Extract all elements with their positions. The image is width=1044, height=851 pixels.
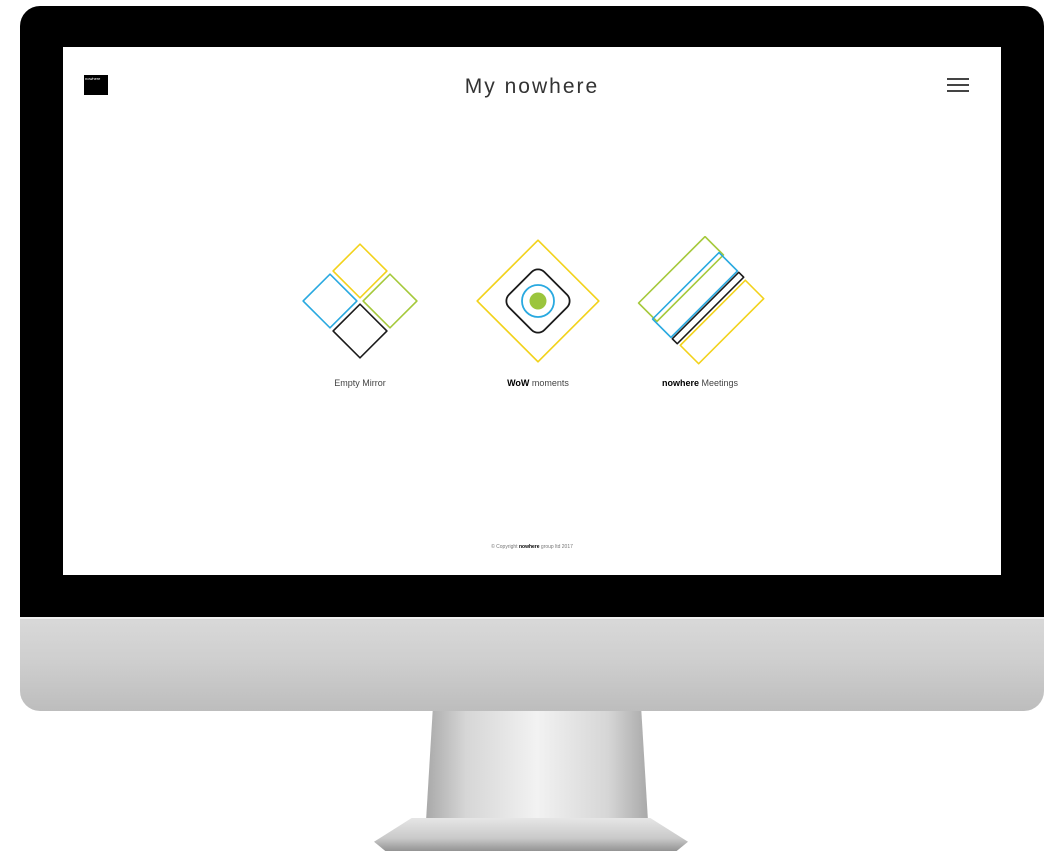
wow-moments-icon	[476, 239, 600, 363]
menu-line	[947, 90, 969, 92]
green-bar	[637, 236, 725, 323]
app-screen: nowhere My nowhere Empty Mirror WoW mome…	[63, 47, 1001, 575]
green-square	[362, 273, 418, 329]
tile-wow-moments[interactable]: WoW moments	[463, 236, 613, 388]
menu-line	[947, 84, 969, 86]
tile-empty-mirror[interactable]: Empty Mirror	[285, 236, 435, 388]
black-square	[332, 303, 388, 359]
yellow-square	[332, 243, 388, 299]
footer-brand: nowhere	[518, 544, 540, 550]
blue-bar	[651, 251, 739, 339]
black-bar	[671, 271, 745, 345]
tile-label: nowhere Meetings	[625, 378, 775, 388]
footer-prefix: © Copyright	[491, 544, 519, 550]
copyright-footer: © Copyright nowhere group ltd 2017	[63, 544, 1001, 550]
blue-square	[302, 273, 358, 329]
empty-mirror-icon	[302, 243, 418, 359]
monitor-stand-neck	[426, 711, 648, 821]
tile-label-rest: Meetings	[698, 378, 739, 388]
tile-label-rest: moments	[529, 378, 569, 388]
hamburger-menu-icon[interactable]	[947, 78, 969, 94]
green-dot	[529, 292, 547, 310]
desktop-mockup: nowhere My nowhere Empty Mirror WoW mome…	[0, 0, 1044, 851]
nowhere-meetings-icon	[637, 236, 765, 365]
menu-line	[947, 78, 969, 80]
monitor-chin	[20, 617, 1044, 711]
tile-label-bold: nowhere	[661, 378, 699, 388]
tile-label: WoW moments	[463, 378, 613, 388]
yellow-bar	[679, 279, 765, 365]
monitor-stand-foot	[374, 818, 688, 851]
tile-nowhere-meetings[interactable]: nowhere Meetings	[625, 236, 775, 388]
tile-label: Empty Mirror	[334, 378, 386, 388]
page-title: My nowhere	[464, 75, 600, 98]
footer-suffix: group ltd 2017	[539, 544, 573, 550]
tile-label-bold: WoW	[507, 378, 530, 388]
